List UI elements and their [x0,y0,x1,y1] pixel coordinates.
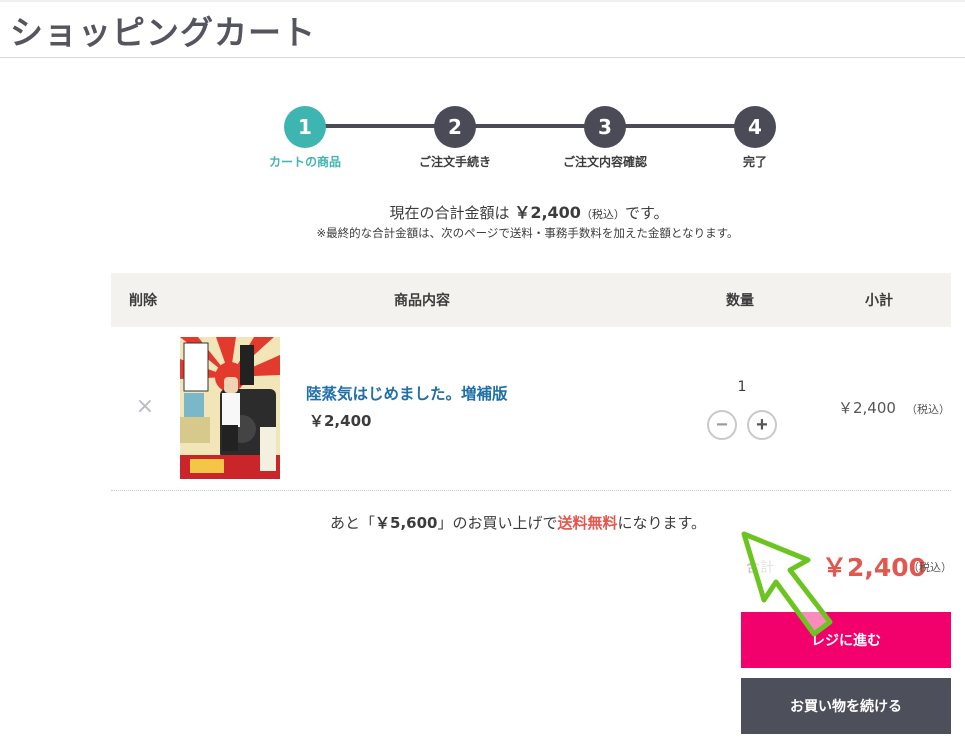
shipping-prefix: あと「 [330,514,376,532]
product-name-link[interactable]: 陸蒸気はじめました。増補版 [306,382,508,404]
header-product: 商品内容 [394,293,450,309]
step-1-label: カートの商品 [268,155,341,169]
plus-icon: + [756,413,768,436]
minus-icon: − [716,413,728,436]
header-delete: 削除 [129,293,157,309]
close-icon[interactable]: × [134,396,156,418]
product-cover-image [180,337,280,479]
step-4-circle: 4 [734,106,776,148]
header-subtotal: 小計 [865,293,893,309]
step-3-label: ご注文内容確認 [562,155,647,169]
continue-shopping-button[interactable]: お買い物を続ける [741,678,951,734]
checkout-button[interactable]: レジに進む [741,612,951,668]
free-shipping-message: あと「￥5,600」のお買い上げで送料無料になります。 [330,512,706,533]
free-shipping-label: 送料無料 [557,514,618,532]
row-subtotal-amount: ￥2,400 [838,399,896,417]
row-divider [111,490,951,491]
stepper-line [305,124,755,128]
step-4-label: 完了 [742,155,767,169]
checkout-stepper: 1 カートの商品 2 ご注文手続き 3 ご注文内容確認 4 完了 [0,0,965,180]
header-quantity: 数量 [726,293,754,309]
total-note: ※最終的な合計金額は、次のページで送料・事務手数料を加えた金額となります。 [316,226,739,240]
shipping-suffix: になります。 [617,514,707,532]
product-thumbnail[interactable] [180,337,280,479]
cart-table-header: 削除 商品内容 数量 小計 [111,273,951,327]
total-suffix: です。 [624,204,669,222]
step-2-circle: 2 [434,106,476,148]
step-2-label: ご注文手続き [418,155,491,169]
grand-total-tax: （税込） [908,561,952,574]
shipping-remaining-amount: ￥5,600 [375,514,438,532]
quantity-value: 1 [737,379,747,395]
grand-total-label: 合計 [746,560,774,576]
product-price: ￥2,400 [309,412,372,430]
total-prefix: 現在の合計金額は [389,204,515,222]
quantity-decrease-button[interactable]: − [707,410,737,440]
shipping-middle: 」のお買い上げで [437,514,558,532]
step-1-circle: 1 [284,106,326,148]
quantity-increase-button[interactable]: + [747,410,777,440]
row-subtotal: ￥2,400 （税込） [838,397,950,418]
current-total-message: 現在の合計金額は ￥2,400（税込）です。 [0,199,965,223]
current-total-tax: （税込） [580,208,625,221]
row-subtotal-tax: （税込） [905,403,950,416]
current-total-amount: ￥2,400 [514,203,581,222]
step-3-circle: 3 [584,106,626,148]
